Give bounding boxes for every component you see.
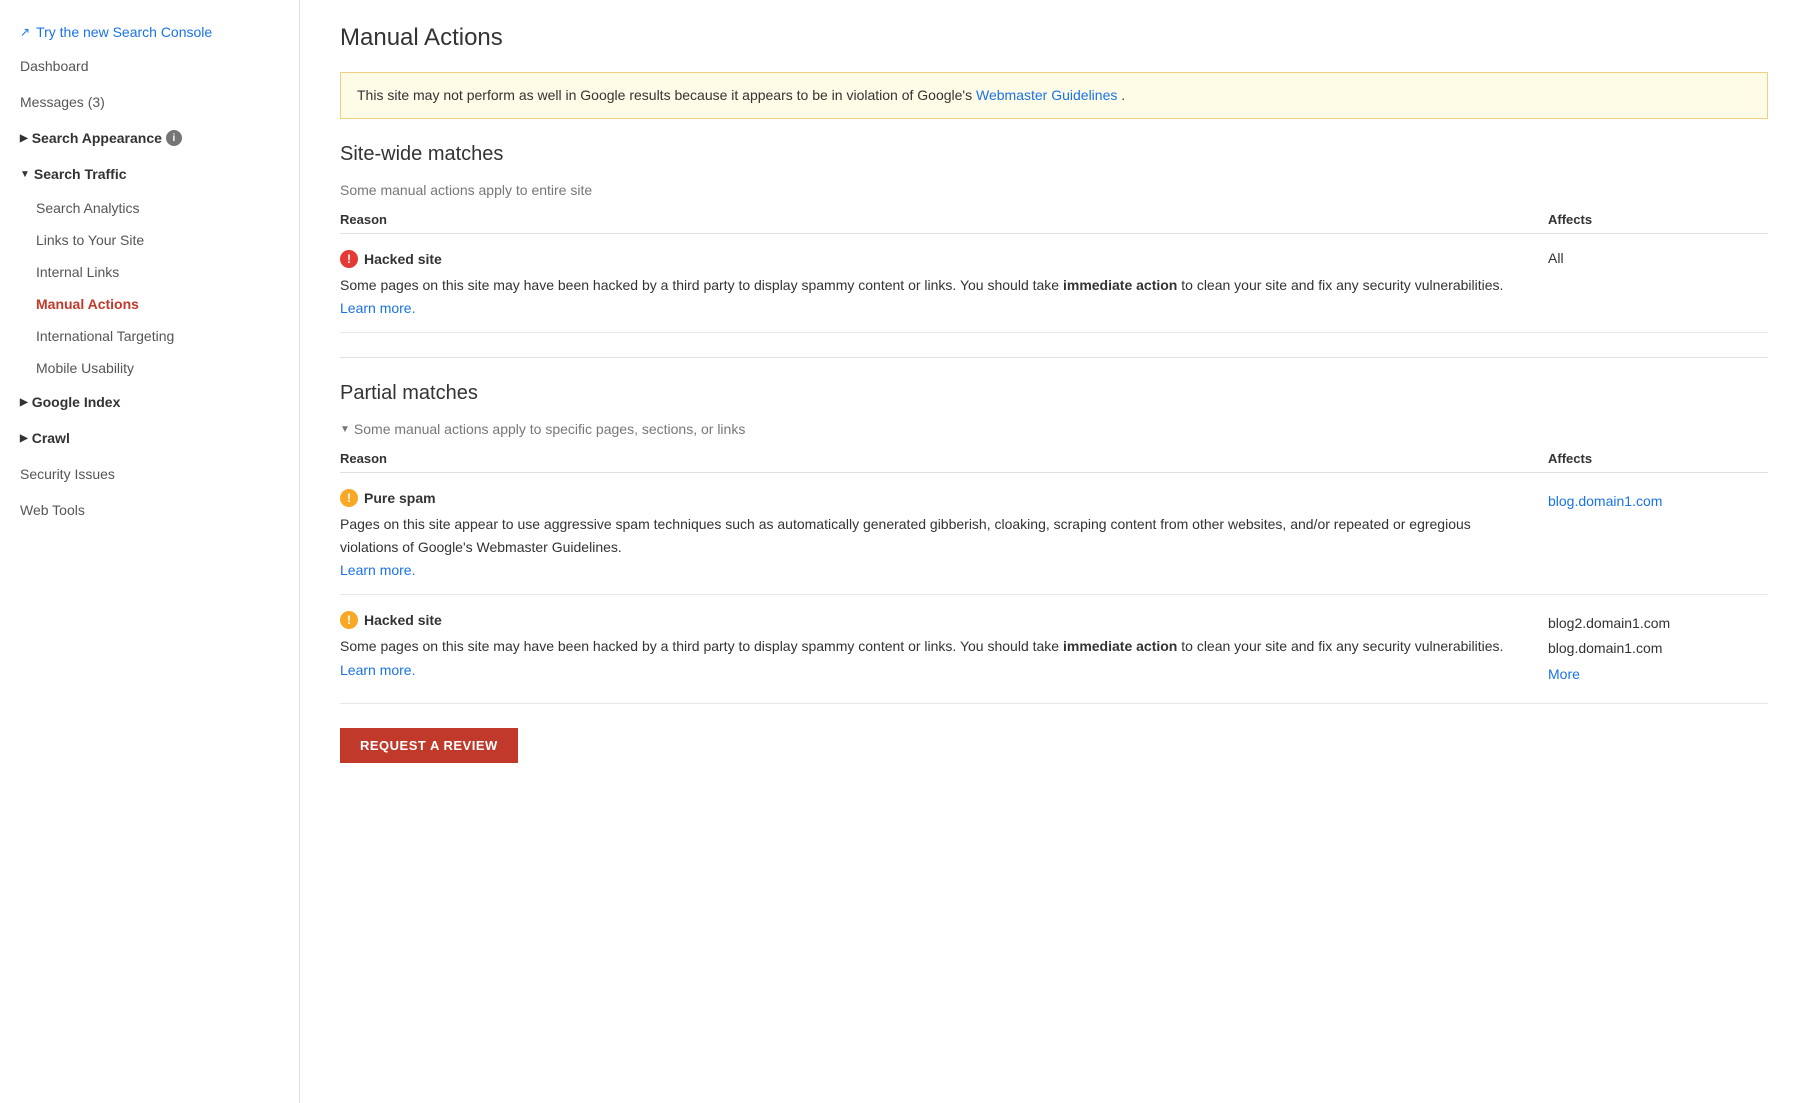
partial-col-affects: Affects bbox=[1548, 451, 1768, 466]
pure-spam-label: Pure spam bbox=[364, 490, 436, 506]
warning-icon-hacked: ! bbox=[340, 611, 358, 629]
partial-title: Partial matches bbox=[340, 382, 1768, 405]
hacked-site-label: Hacked site bbox=[364, 251, 442, 267]
external-link-icon: ↗ bbox=[20, 25, 30, 39]
security-issues-label: Security Issues bbox=[20, 466, 115, 482]
partial-row-hacked-site: ! Hacked site Some pages on this site ma… bbox=[340, 595, 1768, 704]
hacked-site-affects-list: blog2.domain1.com blog.domain1.com More bbox=[1548, 611, 1768, 687]
pure-spam-reason: ! Pure spam Pages on this site appear to… bbox=[340, 489, 1548, 578]
search-appearance-label: Search Appearance bbox=[32, 130, 162, 146]
search-analytics-label: Search Analytics bbox=[36, 200, 140, 216]
error-icon: ! bbox=[340, 250, 358, 268]
sidebar-item-search-analytics[interactable]: Search Analytics bbox=[0, 192, 299, 224]
sidebar-item-messages[interactable]: Messages (3) bbox=[0, 84, 299, 120]
webmaster-guidelines-link[interactable]: Webmaster Guidelines bbox=[976, 87, 1117, 103]
partial-col-reason: Reason bbox=[340, 451, 1548, 466]
manual-actions-label: Manual Actions bbox=[36, 296, 139, 312]
sidebar-item-web-tools[interactable]: Web Tools bbox=[0, 492, 299, 528]
pure-spam-affects-list: blog.domain1.com bbox=[1548, 489, 1768, 514]
site-wide-table-header: Reason Affects bbox=[340, 206, 1768, 234]
pure-spam-domain[interactable]: blog.domain1.com bbox=[1548, 493, 1662, 509]
hacked-site-partial-title: ! Hacked site bbox=[340, 611, 1528, 629]
main-content: Manual Actions This site may not perform… bbox=[300, 0, 1808, 1103]
search-appearance-arrow: ▶ bbox=[20, 133, 28, 144]
mobile-usability-label: Mobile Usability bbox=[36, 360, 134, 376]
dashboard-label: Dashboard bbox=[20, 58, 89, 74]
hacked-site-partial-reason: ! Hacked site Some pages on this site ma… bbox=[340, 611, 1548, 687]
hacked-site-body-bold: immediate action bbox=[1063, 277, 1177, 293]
try-new-search-console-link[interactable]: ↗ Try the new Search Console bbox=[0, 16, 299, 48]
warning-banner: This site may not perform as well in Goo… bbox=[340, 72, 1768, 119]
google-index-label: Google Index bbox=[32, 394, 121, 410]
sidebar-section-google-index[interactable]: ▶ Google Index bbox=[0, 384, 299, 420]
warning-text-before: This site may not perform as well in Goo… bbox=[357, 87, 972, 103]
section-divider bbox=[340, 357, 1768, 358]
site-wide-col-affects: Affects bbox=[1548, 212, 1768, 227]
pure-spam-learn-more[interactable]: Learn more. bbox=[340, 562, 1528, 578]
internal-links-label: Internal Links bbox=[36, 264, 119, 280]
sidebar: ↗ Try the new Search Console Dashboard M… bbox=[0, 0, 300, 1103]
pure-spam-body: Pages on this site appear to use aggress… bbox=[340, 513, 1528, 558]
messages-label: Messages (3) bbox=[20, 94, 105, 110]
site-wide-row-hacked-site: ! Hacked site Some pages on this site ma… bbox=[340, 234, 1768, 333]
hacked-domain-2: blog.domain1.com bbox=[1548, 636, 1768, 661]
hacked-site-partial-body: Some pages on this site may have been ha… bbox=[340, 635, 1528, 657]
sidebar-section-search-appearance[interactable]: ▶ Search Appearance i bbox=[0, 120, 299, 156]
search-traffic-label: Search Traffic bbox=[34, 166, 127, 182]
sidebar-item-international-targeting[interactable]: International Targeting bbox=[0, 320, 299, 352]
links-to-your-site-label: Links to Your Site bbox=[36, 232, 144, 248]
hacked-partial-body-bold: immediate action bbox=[1063, 638, 1177, 654]
hacked-site-more-link[interactable]: More bbox=[1548, 666, 1580, 682]
hacked-partial-body-before: Some pages on this site may have been ha… bbox=[340, 638, 1059, 654]
crawl-label: Crawl bbox=[32, 430, 70, 446]
partial-note-text: Some manual actions apply to specific pa… bbox=[354, 421, 745, 437]
sidebar-item-links-to-your-site[interactable]: Links to Your Site bbox=[0, 224, 299, 256]
sidebar-section-crawl[interactable]: ▶ Crawl bbox=[0, 420, 299, 456]
site-wide-col-reason: Reason bbox=[340, 212, 1548, 227]
hacked-site-partial-learn-more[interactable]: Learn more. bbox=[340, 662, 1528, 678]
page-title: Manual Actions bbox=[340, 24, 1768, 52]
web-tools-label: Web Tools bbox=[20, 502, 85, 518]
hacked-site-body-after: to clean your site and fix any security … bbox=[1181, 277, 1503, 293]
hacked-partial-body-after: to clean your site and fix any security … bbox=[1181, 638, 1503, 654]
sidebar-item-internal-links[interactable]: Internal Links bbox=[0, 256, 299, 288]
pure-spam-affects: blog.domain1.com bbox=[1548, 489, 1768, 578]
hacked-site-partial-label: Hacked site bbox=[364, 612, 442, 628]
crawl-arrow: ▶ bbox=[20, 433, 28, 444]
hacked-domain-1: blog2.domain1.com bbox=[1548, 611, 1768, 636]
sidebar-section-search-traffic[interactable]: ▼ Search Traffic bbox=[0, 156, 299, 192]
partial-row-pure-spam: ! Pure spam Pages on this site appear to… bbox=[340, 473, 1768, 595]
warning-icon-spam: ! bbox=[340, 489, 358, 507]
sidebar-item-dashboard[interactable]: Dashboard bbox=[0, 48, 299, 84]
sidebar-item-mobile-usability[interactable]: Mobile Usability bbox=[0, 352, 299, 384]
try-new-label: Try the new Search Console bbox=[36, 24, 212, 40]
international-targeting-label: International Targeting bbox=[36, 328, 174, 344]
sidebar-item-security-issues[interactable]: Security Issues bbox=[0, 456, 299, 492]
warning-text-after: . bbox=[1121, 87, 1125, 103]
site-wide-reason-hacked: ! Hacked site Some pages on this site ma… bbox=[340, 250, 1548, 316]
partial-table-header: Reason Affects bbox=[340, 445, 1768, 473]
search-appearance-info-icon[interactable]: i bbox=[166, 130, 182, 146]
search-traffic-arrow: ▼ bbox=[20, 169, 30, 180]
site-wide-note: Some manual actions apply to entire site bbox=[340, 182, 1768, 198]
site-wide-title: Site-wide matches bbox=[340, 143, 1768, 166]
hacked-site-body: Some pages on this site may have been ha… bbox=[340, 274, 1528, 296]
partial-note-arrow: ▼ bbox=[340, 424, 350, 435]
hacked-site-learn-more[interactable]: Learn more. bbox=[340, 300, 1528, 316]
pure-spam-title: ! Pure spam bbox=[340, 489, 1528, 507]
partial-note[interactable]: ▼ Some manual actions apply to specific … bbox=[340, 421, 1768, 437]
hacked-site-title: ! Hacked site bbox=[340, 250, 1528, 268]
google-index-arrow: ▶ bbox=[20, 397, 28, 408]
hacked-site-body-before: Some pages on this site may have been ha… bbox=[340, 277, 1059, 293]
request-review-button[interactable]: REQUEST A REVIEW bbox=[340, 728, 518, 763]
sidebar-item-manual-actions[interactable]: Manual Actions bbox=[0, 288, 299, 320]
site-wide-affects-all: All bbox=[1548, 250, 1768, 316]
hacked-site-affects: blog2.domain1.com blog.domain1.com More bbox=[1548, 611, 1768, 687]
